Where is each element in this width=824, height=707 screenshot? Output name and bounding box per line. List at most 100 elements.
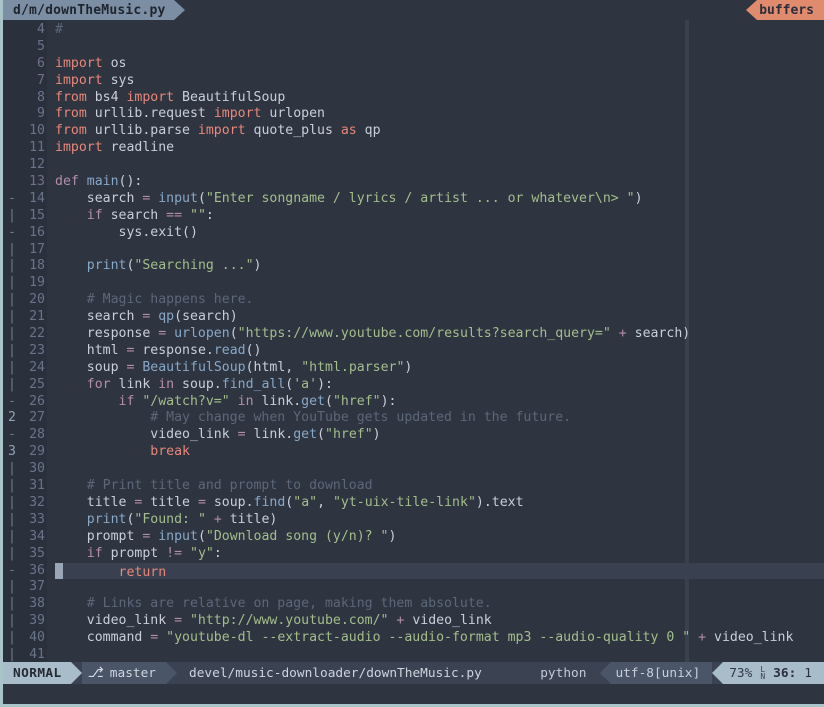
code-token: =	[237, 427, 246, 443]
code-line[interactable]: import os	[55, 56, 824, 73]
code-token: "http://www.youtube.com/"	[182, 613, 389, 629]
window-bottom-strip	[3, 684, 824, 704]
code-line[interactable]	[55, 242, 824, 259]
code-line[interactable]: print("Found: " + title)	[55, 512, 824, 529]
code-line[interactable]: # May change when YouTube gets updated i…	[55, 410, 824, 427]
code-token: import	[55, 72, 103, 88]
code-line[interactable]: import readline	[55, 140, 824, 157]
status-file-path: devel/music-downloader/downTheMusic.py	[177, 662, 494, 684]
code-line[interactable]: command = "youtube-dl --extract-audio --…	[55, 630, 824, 647]
code-line[interactable]: search = input("Enter songname / lyrics …	[55, 191, 824, 208]
sign-cell	[3, 140, 21, 157]
code-token: soup.	[205, 494, 254, 510]
code-line[interactable]: from urllib.request import urlopen	[55, 106, 824, 123]
status-percent-label: 73%	[729, 665, 753, 681]
code-token: )	[229, 309, 238, 325]
tab-active-file[interactable]: d/m/downTheMusic.py	[3, 0, 174, 20]
code-line[interactable]: prompt = input("Download song (y/n)? ")	[55, 529, 824, 546]
code-token: main	[78, 174, 119, 190]
code-line[interactable]	[55, 579, 824, 596]
code-line[interactable]: search = qp(search)	[55, 309, 824, 326]
sign-cell: |	[8, 326, 16, 342]
code-token: import	[55, 140, 103, 156]
code-token: "href"	[325, 427, 373, 443]
code-line[interactable]: # Magic happens here.	[55, 292, 824, 309]
code-line[interactable]: print("Searching ...")	[55, 258, 824, 275]
status-spacer	[493, 662, 527, 684]
code-token: response.	[134, 342, 214, 358]
code-line[interactable]: # Print title and prompt to download	[55, 478, 824, 495]
code-token: read	[213, 342, 246, 358]
line-number: 30	[29, 461, 45, 477]
status-position: 73% L N 36: 1	[723, 662, 824, 684]
line-number-icon: L N	[760, 666, 765, 681]
line-number: 29	[29, 444, 45, 460]
code-token: (	[197, 190, 206, 206]
code-token: )	[682, 326, 691, 342]
sign-cell	[3, 90, 21, 107]
code-line[interactable]: if search == "":	[55, 208, 824, 225]
code-token: if	[55, 207, 103, 223]
code-token: (	[324, 393, 333, 409]
code-token: "href"	[332, 393, 381, 409]
code-token: BeautifulSoup	[134, 359, 246, 375]
tabline-filler	[184, 0, 747, 20]
code-line[interactable]: def main():	[55, 174, 824, 191]
sign-cell	[3, 157, 21, 174]
line-number: 18	[29, 258, 45, 274]
code-line[interactable]	[55, 461, 824, 478]
code-line[interactable]: title = title = soup.find("a", "yt-uix-t…	[55, 495, 824, 512]
code-token: ):	[317, 376, 333, 392]
code-token: link.	[253, 393, 302, 409]
status-file-path-label: devel/music-downloader/downTheMusic.py	[189, 665, 482, 681]
code-line[interactable]	[55, 39, 824, 56]
code-line[interactable]: html = response.read()	[55, 343, 824, 360]
tab-arrow-left-icon	[746, 0, 758, 20]
code-token: .text	[483, 494, 524, 510]
code-line[interactable]	[55, 157, 824, 174]
code-token: search	[102, 207, 167, 223]
tabline[interactable]: d/m/downTheMusic.py buffers	[3, 0, 824, 20]
code-line[interactable]: if "/watch?v=" in link.get("href"):	[55, 394, 824, 411]
code-editor[interactable]: - | - | | | | | | | | | -2-3 | | | | | | - | | | | | 4 5 6 7 8 9 10 11 1…	[3, 20, 824, 662]
code-token: title	[55, 494, 135, 510]
code-line[interactable]: soup = BeautifulSoup(html, "html.parser"…	[55, 360, 824, 377]
status-git-branch[interactable]: ⎇ master	[81, 662, 167, 684]
code-token: video_link	[55, 427, 238, 443]
line-number: 12	[29, 157, 45, 173]
code-token: )	[388, 528, 397, 544]
code-token: import	[213, 106, 262, 122]
code-line[interactable]: from urllib.parse import quote_plus as q…	[55, 123, 824, 140]
code-line[interactable]: sys.exit()	[55, 225, 824, 242]
code-line[interactable]: from bs4 import BeautifulSoup	[55, 90, 824, 107]
code-line[interactable]	[55, 647, 824, 662]
code-line[interactable]: video_link = link.get("href")	[55, 427, 824, 444]
code-token: from	[55, 106, 87, 122]
code-token: "youtube-dl --extract-audio --audio-form…	[158, 630, 691, 646]
code-line[interactable]: import sys	[55, 73, 824, 90]
code-text-area[interactable]: # import os import sys from bs4 import Bea…	[47, 20, 824, 662]
code-token: "https://www.youtube.com/results?search_…	[237, 326, 611, 342]
code-token: response	[55, 326, 159, 342]
line-number: 9	[37, 106, 45, 122]
sign-cell: |	[8, 478, 16, 494]
code-line[interactable]: for link in soup.find_all('a'):	[55, 377, 824, 394]
code-line[interactable]: if prompt != "y":	[55, 546, 824, 563]
line-number: 5	[37, 38, 45, 54]
code-token: urllib.request	[86, 106, 214, 122]
code-token: ()	[245, 342, 262, 358]
code-token: title	[221, 511, 270, 527]
tab-buffers[interactable]: buffers	[757, 0, 824, 20]
code-token: print	[55, 258, 127, 274]
code-token: from	[55, 89, 87, 105]
code-line[interactable]: return	[55, 562, 824, 580]
code-token: find	[253, 494, 286, 510]
line-number: 13	[29, 174, 45, 190]
code-token: )	[253, 258, 262, 274]
code-line[interactable]: break	[55, 444, 824, 461]
code-line[interactable]: response = urlopen("https://www.youtube.…	[55, 326, 824, 343]
code-line[interactable]: # Links are relative on page, making the…	[55, 596, 824, 613]
code-line[interactable]: #	[55, 22, 824, 39]
code-line[interactable]	[55, 275, 824, 292]
code-line[interactable]: video_link = "http://www.youtube.com/" +…	[55, 613, 824, 630]
